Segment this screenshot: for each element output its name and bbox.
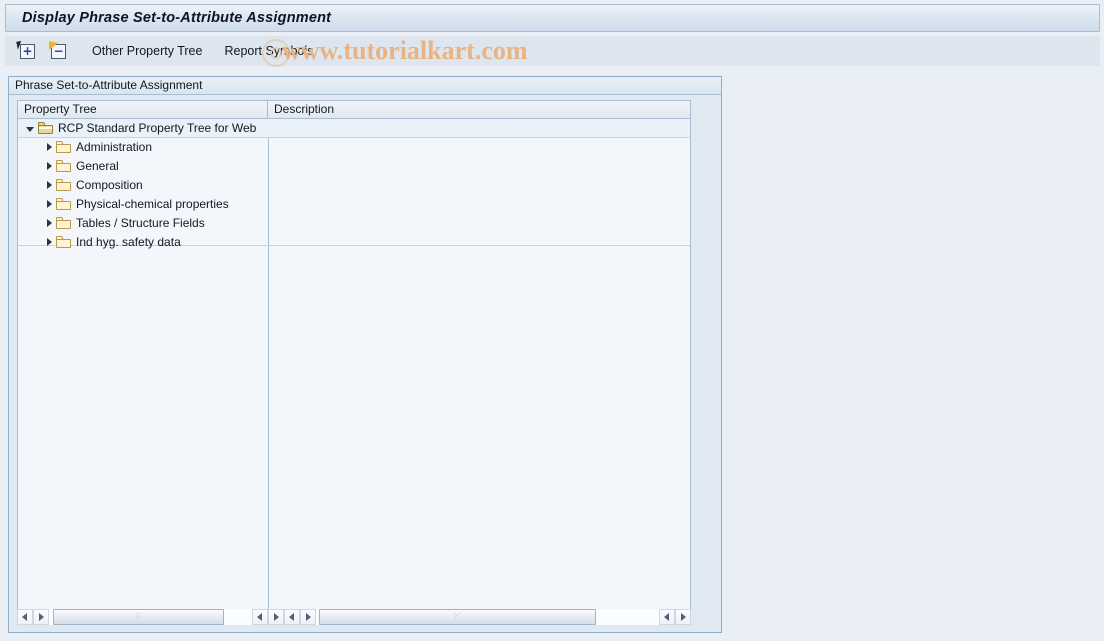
row-description-cell[interactable] [268,176,690,194]
folder-body [56,144,71,153]
arrow-right-icon [39,613,44,621]
desc-scroll-right-button-2[interactable] [675,609,691,625]
arrow-left-icon [257,613,262,621]
page-title: Display Phrase Set-to-Attribute Assignme… [22,10,332,26]
tree-node-ind-hyg-safety-data[interactable]: Ind hyg. safety data [18,233,268,251]
tree-scroll-right-button[interactable] [33,609,49,625]
triangle-right-icon[interactable] [47,181,52,189]
open-folder-icon [38,122,53,134]
tree-node-label: Ind hyg. safety data [76,235,181,249]
tree-node-label: Physical-chemical properties [76,197,229,211]
triangle-right-icon[interactable] [47,162,52,170]
triangle-right-icon[interactable] [47,219,52,227]
arrow-left-icon [22,613,27,621]
desc-scroll-track[interactable]: ⁙ [316,609,659,625]
tree-scroll-left-button[interactable] [17,609,33,625]
desc-scroll-left-button[interactable] [284,609,300,625]
application-window: Display Phrase Set-to-Attribute Assignme… [0,0,1104,641]
tree-node-administration[interactable]: Administration [18,138,268,156]
folder-body [56,201,71,210]
window-title-bar: Display Phrase Set-to-Attribute Assignme… [5,4,1100,32]
property-tree-grid: Property Tree Description RCP Standard P… [17,100,691,610]
phrase-set-panel: Phrase Set-to-Attribute Assignment Prope… [8,76,722,633]
toolbar: + − Other Property Tree Report Symbols [5,36,1100,66]
arrow-right-icon [306,613,311,621]
tree-node-general[interactable]: General [18,157,268,175]
tree-rows: RCP Standard Property Tree for Web Admin… [18,119,690,252]
other-property-tree-button[interactable]: Other Property Tree [92,44,202,58]
row-description-cell[interactable] [268,138,690,156]
arrow-left-icon [664,613,669,621]
desc-scroll-thumb[interactable]: ⁙ [319,609,596,625]
arrow-right-icon [681,613,686,621]
closed-folder-icon [56,217,71,229]
folder-body [56,220,71,229]
closed-folder-icon [56,198,71,210]
table-row[interactable]: Administration [18,138,690,157]
grid-body: RCP Standard Property Tree for Web Admin… [18,119,690,609]
triangle-down-icon[interactable] [26,126,34,132]
row-description-cell[interactable] [268,214,690,232]
tree-scroll-track[interactable]: ⁙ [49,609,238,625]
tree-node-composition[interactable]: Composition [18,176,268,194]
desc-scroll-left-button-2[interactable] [659,609,675,625]
column-header-property-tree[interactable]: Property Tree [18,101,268,118]
tree-node-root[interactable]: RCP Standard Property Tree for Web [18,119,268,137]
table-row[interactable]: Tables / Structure Fields [18,214,690,233]
folder-body [38,125,53,134]
triangle-right-icon[interactable] [47,200,52,208]
table-row[interactable]: RCP Standard Property Tree for Web [18,119,690,138]
triangle-right-icon[interactable] [47,238,52,246]
row-description-cell[interactable] [268,157,690,175]
panel-caption: Phrase Set-to-Attribute Assignment [9,77,721,95]
tree-node-physical-chemical-properties[interactable]: Physical-chemical properties [18,195,268,213]
closed-folder-icon [56,236,71,248]
expand-tree-icon[interactable]: + [16,40,39,62]
scroll-grip-icon: ⁙ [134,611,143,622]
tree-node-label: Administration [76,140,153,154]
report-symbols-button[interactable]: Report Symbols [224,44,313,58]
arrow-right-icon [274,613,279,621]
closed-folder-icon [56,179,71,191]
yellow-triangle-icon [49,41,58,50]
row-description-cell[interactable] [268,195,690,213]
tree-scroll-right-button-2[interactable] [268,609,284,625]
closed-folder-icon [56,141,71,153]
triangle-right-icon[interactable] [47,143,52,151]
grid-header-row: Property Tree Description [18,101,690,119]
table-row[interactable]: Composition [18,176,690,195]
tree-node-label: Composition [76,178,143,192]
arrow-left-icon [289,613,294,621]
cursor-arrow-icon [16,40,26,50]
closed-folder-icon [56,160,71,172]
scroll-grip-icon: ⁙ [453,611,462,622]
table-row[interactable]: Ind hyg. safety data [18,233,690,252]
tree-scroll-left-button-2[interactable] [252,609,268,625]
row-description-cell[interactable] [268,233,690,251]
folder-body [56,239,71,248]
desc-scroll-right-button[interactable] [300,609,316,625]
tree-node-label: General [76,159,119,173]
scrollbar-gap [238,609,252,625]
tree-node-label: RCP Standard Property Tree for Web [58,121,257,135]
tree-node-label: Tables / Structure Fields [76,216,205,230]
table-row[interactable]: General [18,157,690,176]
column-header-description[interactable]: Description [268,101,690,118]
table-row[interactable]: Physical-chemical properties [18,195,690,214]
folder-body [56,163,71,172]
collapse-tree-icon[interactable]: − [48,40,70,62]
row-description-cell[interactable] [268,119,690,137]
tree-scroll-thumb[interactable]: ⁙ [53,609,224,625]
horizontal-scrollbars: ⁙ ⁙ [17,609,691,625]
tree-node-tables-structure-fields[interactable]: Tables / Structure Fields [18,214,268,232]
folder-body [56,182,71,191]
